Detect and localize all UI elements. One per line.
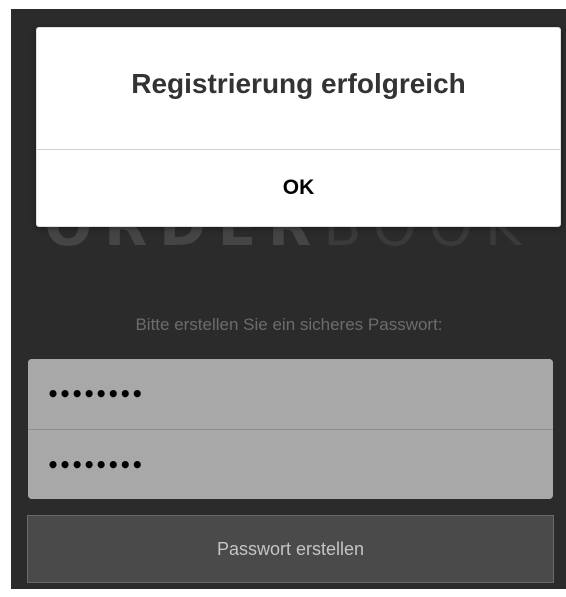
dialog-overlay: Registrierung erfolgreich OK [0,0,566,597]
ok-button[interactable]: OK [37,150,560,225]
dialog-title: Registrierung erfolgreich [37,28,560,150]
success-dialog: Registrierung erfolgreich OK [36,27,561,227]
